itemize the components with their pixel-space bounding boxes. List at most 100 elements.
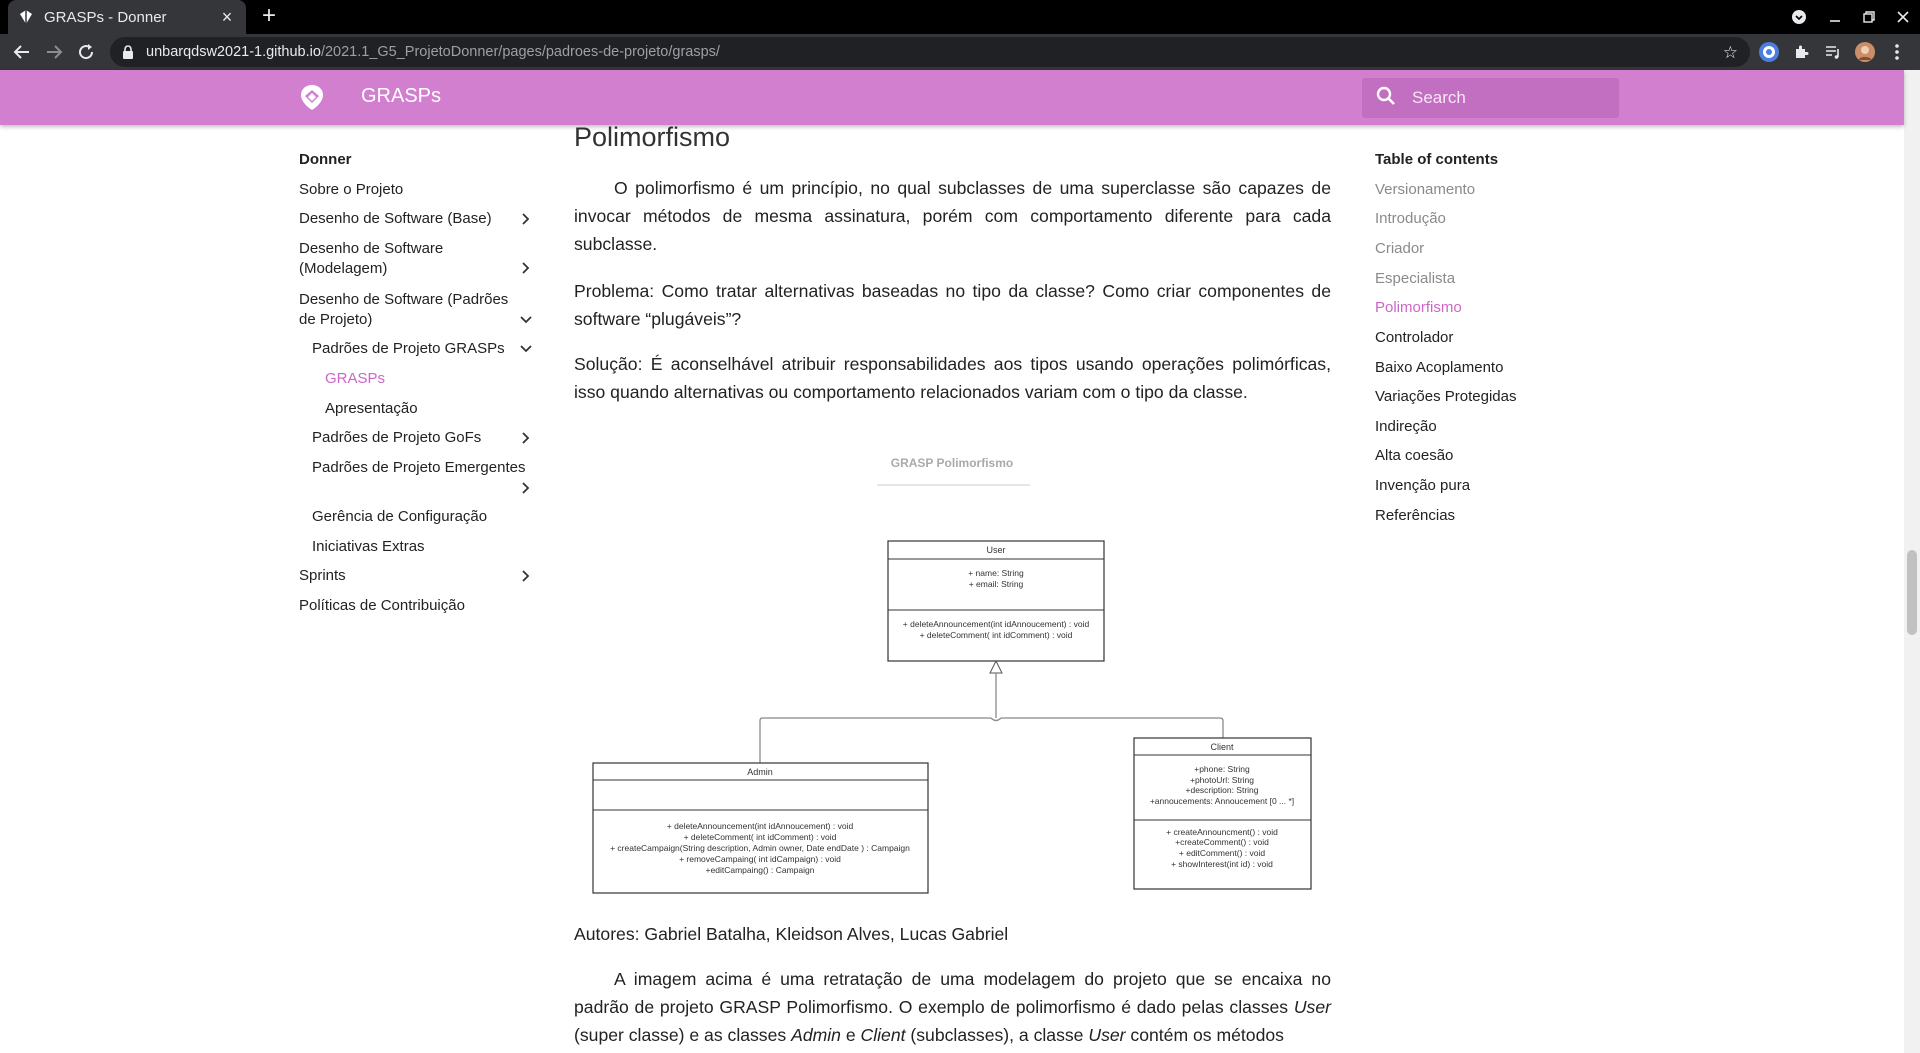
sidebar-item-label: Desenho de Software (Padrões de Projeto) (299, 291, 509, 328)
admin-class-name: Admin (747, 767, 773, 777)
sidebar-item-label: Políticas de Contribuição (299, 597, 465, 614)
close-window-icon[interactable] (1886, 0, 1920, 34)
search-icon (1376, 86, 1396, 111)
new-tab-icon[interactable]: + (256, 4, 282, 30)
toc-item-especialista[interactable]: Especialista (1375, 269, 1455, 289)
tab-close-icon[interactable]: × (218, 7, 236, 28)
sidebar-title[interactable]: Donner (299, 150, 534, 170)
chevron-right-icon[interactable] (518, 209, 534, 229)
toc-item-alta-coesao[interactable]: Alta coesão (1375, 446, 1453, 466)
toc-item-polimorfismo[interactable]: Polimorfismo (1375, 298, 1462, 318)
minimize-icon[interactable] (1818, 0, 1852, 34)
client-method: +createComment() : void (1175, 837, 1269, 847)
client-attr: +annoucements: Annoucement [0 ... *] (1150, 796, 1294, 806)
user-class-name: User (986, 545, 1005, 555)
diagram-title: GRASP Polimorfismo (891, 456, 1013, 470)
sidebar-item-desenho-padroes[interactable]: Desenho de Software (Padrões de Projeto) (299, 290, 514, 330)
page-scrollbar-thumb[interactable] (1907, 550, 1917, 635)
user-attr: + name: String (968, 568, 1024, 578)
reload-icon[interactable] (72, 38, 100, 66)
sidebar-item-padroes-emergentes[interactable]: Padrões de Projeto Emergentes (312, 458, 534, 478)
text-segment: A imagem acima é uma retratação de uma m… (574, 969, 1331, 1017)
uml-class-client: Client +phone: String +photoUrl: String … (1133, 737, 1312, 890)
lock-icon (122, 45, 136, 59)
sidebar-item-grasps[interactable]: GRASPs (325, 369, 534, 389)
toc-item-baixo-acoplamento[interactable]: Baixo Acoplamento (1375, 358, 1503, 378)
toc-item-variacoes-protegidas[interactable]: Variações Protegidas (1375, 387, 1516, 407)
bookmark-star-icon[interactable]: ☆ (1723, 43, 1738, 63)
sidebar-item-apresentacao[interactable]: Apresentação (325, 399, 534, 419)
admin-method: +editCampaing() : Campaign (706, 865, 815, 875)
profile-avatar-icon[interactable] (1853, 40, 1877, 64)
sidebar-item-label: Sprints (299, 567, 346, 584)
sidebar-item-politicas[interactable]: Políticas de Contribuição (299, 596, 534, 616)
sidebar-item-label: Padrões de Projeto Emergentes (312, 459, 526, 476)
toc-item-controlador[interactable]: Controlador (1375, 328, 1453, 348)
client-class-name: Client (1210, 742, 1234, 752)
client-attr: +phone: String (1194, 764, 1250, 774)
chevron-down-icon[interactable] (518, 310, 534, 330)
search-box[interactable] (1362, 78, 1619, 118)
sidebar-item-label: Desenho de Software (Base) (299, 210, 492, 227)
forward-icon[interactable] (40, 38, 68, 66)
chevron-right-icon[interactable] (518, 428, 534, 448)
uml-class-admin: Admin + deleteAnnouncement(int idAnnouce… (592, 762, 929, 894)
chevron-right-icon[interactable] (518, 478, 534, 498)
sidebar-item-iniciativas[interactable]: Iniciativas Extras (312, 537, 534, 557)
client-method: + createAnnouncment() : void (1166, 827, 1278, 837)
sidebar-item-label: Gerência de Configuração (312, 508, 488, 525)
url-text: unbarqdsw2021-1.github.io/2021.1_G5_Proj… (146, 44, 720, 60)
sidebar-item-sprints[interactable]: Sprints (299, 566, 534, 586)
sidebar-item-desenho-base[interactable]: Desenho de Software (Base) (299, 209, 534, 229)
admin-method: + deleteAnnouncement(int idAnnoucement) … (667, 821, 854, 831)
sidebar-item-desenho-modelagem[interactable]: Desenho de Software (Modelagem) (299, 239, 514, 279)
toc-title: Table of contents (1375, 151, 1499, 168)
toc-item-versionamento[interactable]: Versionamento (1375, 180, 1475, 200)
sidebar-item-padroes-grasps[interactable]: Padrões de Projeto GRASPs (312, 339, 534, 359)
search-input[interactable] (1412, 88, 1602, 108)
sidebar-item-padroes-gofs[interactable]: Padrões de Projeto GoFs (312, 428, 534, 448)
donner-logo-icon[interactable] (297, 82, 327, 112)
admin-method: + createCampaign(String description, Adm… (610, 843, 910, 853)
uml-diagram: GRASP Polimorfismo User + name: String +… (590, 440, 1320, 900)
toc-item-indirecao[interactable]: Indireção (1375, 417, 1437, 437)
sidebar-item-sobre[interactable]: Sobre o Projeto (299, 180, 534, 200)
sidebar-item-label: Padrões de Projeto GoFs (312, 429, 482, 446)
sidebar-item-label: Sobre o Projeto (299, 181, 404, 198)
chevron-down-icon[interactable] (518, 339, 534, 359)
admin-method: + deleteComment( int idComment) : void (684, 832, 837, 842)
text-segment: Admin (791, 1025, 841, 1045)
tab-search-icon[interactable] (1782, 0, 1816, 34)
text-segment: e (840, 1025, 861, 1045)
toc-item-criador[interactable]: Criador (1375, 239, 1424, 259)
site-title[interactable]: GRASPs (361, 85, 441, 108)
translate-extension-icon[interactable] (1757, 40, 1781, 64)
user-attr: + email: String (969, 579, 1024, 589)
restore-icon[interactable] (1852, 0, 1886, 34)
client-method: + showInterest(int id) : void (1171, 859, 1273, 869)
sidebar-item-label: Padrões de Projeto GRASPs (312, 340, 505, 357)
sidebar-item-label: Desenho de Software (Modelagem) (299, 240, 444, 277)
section-heading: Polimorfismo (574, 122, 731, 152)
text-segment: (super classe) e as classes (574, 1025, 792, 1045)
user-method: + deleteAnnouncement(int idAnnoucement) … (903, 619, 1090, 629)
text-segment: contém os métodos (1125, 1025, 1284, 1045)
browser-tab[interactable]: GRASPs - Donner × (8, 0, 246, 34)
url-host: unbarqdsw2021-1.github.io (146, 44, 321, 60)
sidebar-item-gerencia[interactable]: Gerência de Configuração (312, 507, 534, 527)
chevron-right-icon[interactable] (518, 258, 534, 278)
paragraph-intro: O polimorfismo é um princípio, no qual s… (574, 178, 1331, 254)
user-method: + deleteComment( int idComment) : void (920, 630, 1073, 640)
back-icon[interactable] (8, 38, 36, 66)
browser-menu-icon[interactable] (1885, 40, 1909, 64)
extensions-puzzle-icon[interactable] (1789, 40, 1813, 64)
tab-title: GRASPs - Donner (44, 8, 167, 26)
address-bar[interactable]: unbarqdsw2021-1.github.io/2021.1_G5_Proj… (110, 37, 1750, 67)
toc-item-referencias[interactable]: Referências (1375, 506, 1455, 526)
toc-item-invencao-pura[interactable]: Invenção pura (1375, 476, 1470, 496)
client-attr: +description: String (1186, 785, 1259, 795)
toc-item-introducao[interactable]: Introdução (1375, 209, 1446, 229)
media-queue-icon[interactable] (1821, 40, 1845, 64)
chevron-right-icon[interactable] (518, 566, 534, 586)
paragraph-problem: Problema: Como tratar alternativas basea… (574, 281, 1331, 329)
